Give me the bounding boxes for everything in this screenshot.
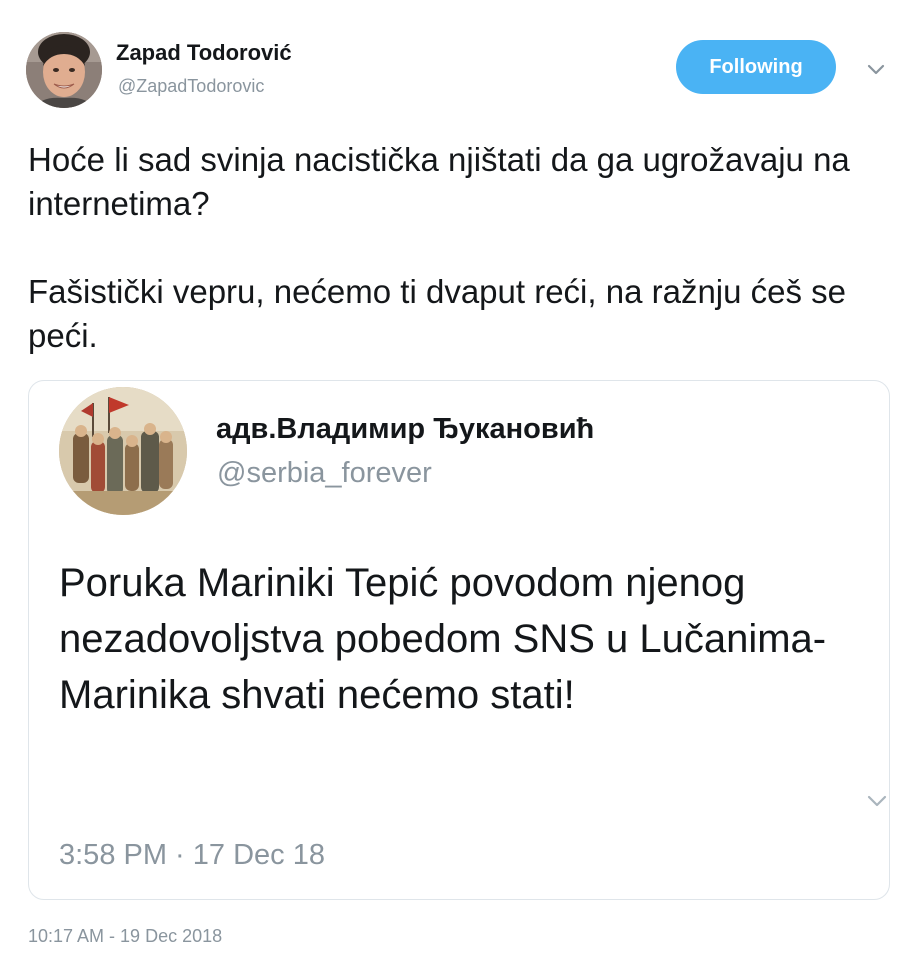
quoted-tweet-card[interactable]: адв.Владимир Ђукановић @serbia_forever P…: [28, 380, 890, 900]
tweet-timestamp[interactable]: 10:17 AM - 19 Dec 2018: [28, 926, 222, 947]
quoted-author-handle[interactable]: @serbia_forever: [217, 457, 432, 490]
author-avatar-image: [26, 32, 102, 108]
tweet-menu-button[interactable]: [864, 58, 888, 82]
quoted-author-name[interactable]: адв.Владимир Ђукановић: [216, 413, 594, 446]
tweet-paragraph: Fašistički vepru, nećemo ti dvaput reći,…: [28, 273, 847, 354]
author-avatar[interactable]: [26, 32, 102, 108]
author-name[interactable]: Zapad Todorović: [116, 40, 292, 66]
tweet: Zapad Todorović @ZapadTodorovic Followin…: [0, 0, 900, 956]
tweet-text: Hoće li sad svinja nacistička njištati d…: [28, 138, 878, 358]
chevron-down-icon: [867, 64, 885, 75]
tweet-paragraph: Hoće li sad svinja nacistička njištati d…: [28, 141, 850, 222]
quoted-tweet-text: Poruka Mariniki Tepić povodom njenog nez…: [59, 561, 827, 717]
quoted-tweet-timestamp[interactable]: 3:58 PM · 17 Dec 18: [59, 839, 325, 872]
quoted-author-avatar-image: [59, 387, 187, 515]
chevron-down-icon: [867, 795, 887, 806]
quoted-tweet-menu-button[interactable]: [865, 789, 889, 813]
author-handle[interactable]: @ZapadTodorovic: [118, 76, 264, 97]
following-button[interactable]: Following: [676, 40, 836, 94]
quoted-author-avatar[interactable]: [59, 387, 187, 515]
